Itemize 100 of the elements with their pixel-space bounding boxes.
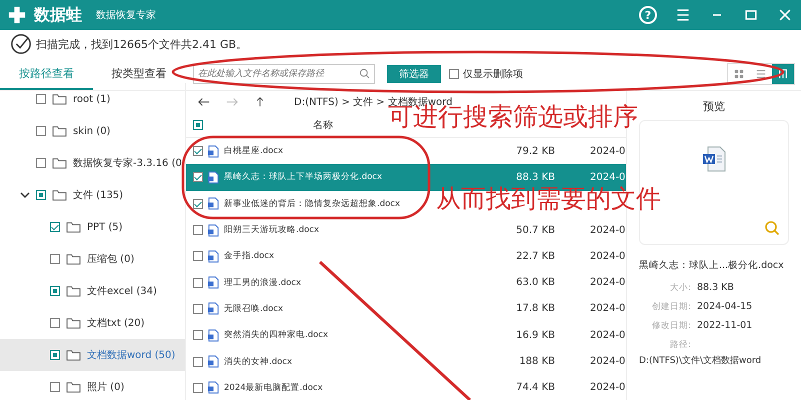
- file-name: 新事业低迷的背后：隐情复杂远超想象.docx: [224, 198, 400, 210]
- row-checkbox[interactable]: [193, 278, 203, 288]
- row-checkbox[interactable]: [193, 356, 203, 367]
- close-icon[interactable]: [777, 7, 793, 23]
- tree-checkbox[interactable]: [50, 318, 60, 328]
- property-label: 路径:: [669, 338, 691, 350]
- document-icon: [208, 144, 219, 158]
- document-icon: [208, 381, 219, 394]
- file-size: 50.7 KB: [515, 224, 555, 236]
- folder-icon: [66, 317, 81, 329]
- property-label: 大小:: [669, 282, 691, 294]
- help-button[interactable]: ?: [639, 6, 657, 24]
- tree-checkbox[interactable]: [50, 254, 60, 264]
- property-value: D:(NTFS)\文件\文档数据word: [639, 354, 762, 367]
- file-size: 22.7 KB: [515, 250, 555, 262]
- tree-item[interactable]: root (1): [73, 94, 110, 104]
- file-size: 188 KB: [518, 356, 555, 368]
- tree-checkbox[interactable]: [36, 158, 46, 168]
- deleted-only-label: 仅显示删除项: [463, 68, 523, 81]
- file-name: 阳朔三天游玩攻略.docx: [224, 224, 320, 236]
- column-header[interactable]: 名称: [313, 118, 333, 132]
- row-checkbox[interactable]: [193, 330, 203, 340]
- app-subtitle: 数据恢复专家: [96, 8, 156, 22]
- file-date: 2024-0: [590, 382, 626, 394]
- file-name: 消失的女神.docx: [224, 356, 292, 368]
- preview-file-name: 黑崎久志：球队上...极分化.docx: [639, 259, 785, 272]
- document-icon: [208, 355, 219, 368]
- file-name: 突然消失的四种家电.docx: [224, 329, 328, 342]
- tree-item[interactable]: 照片 (0): [87, 380, 124, 394]
- file-size: 63.0 KB: [515, 277, 555, 288]
- row-checkbox[interactable]: [193, 172, 203, 182]
- file-size: 16.9 KB: [515, 330, 555, 341]
- app-logo-text: 数据蛙: [34, 4, 82, 26]
- search-icon: [359, 68, 370, 79]
- tree-item[interactable]: 文件 (135): [73, 188, 124, 202]
- row-checkbox[interactable]: [193, 225, 203, 236]
- file-name: 2024最新电脑配置.docx: [224, 382, 323, 394]
- caret-icon[interactable]: [20, 190, 30, 200]
- search-icon[interactable]: [764, 220, 780, 236]
- grid-icon: [734, 69, 744, 79]
- file-size: 79.2 KB: [515, 146, 555, 157]
- row-checkbox[interactable]: [193, 146, 203, 156]
- document-icon: [208, 224, 219, 237]
- menu-icon[interactable]: [675, 7, 691, 23]
- deleted-only-checkbox[interactable]: [449, 69, 459, 79]
- tree-item[interactable]: PPT (5): [87, 222, 123, 232]
- file-name: 理工男的浪漫.docx: [224, 276, 302, 289]
- tree-checkbox[interactable]: [36, 126, 46, 136]
- view-tab[interactable]: 按路径查看: [0, 58, 92, 90]
- tree-item[interactable]: 文件excel (34): [87, 284, 157, 298]
- tree-checkbox[interactable]: [50, 382, 60, 392]
- file-date: 2024-0: [590, 250, 626, 262]
- file-name: 黑崎久志：球队上下半场两极分化.docx: [224, 171, 382, 184]
- preview-title: 预览: [702, 99, 726, 114]
- filter-button[interactable]: 筛选器: [387, 65, 441, 83]
- row-checkbox[interactable]: [193, 251, 203, 262]
- file-date: 2024-0: [590, 330, 626, 341]
- document-icon: [208, 328, 219, 342]
- file-size: 17.8 KB: [515, 303, 555, 314]
- row-checkbox[interactable]: [193, 382, 203, 393]
- select-all-checkbox[interactable]: [193, 120, 203, 130]
- folder-icon: [52, 93, 67, 105]
- folder-icon: [66, 221, 81, 233]
- file-name: 白桃星座.docx: [224, 145, 284, 158]
- tree-checkbox[interactable]: [50, 286, 60, 296]
- file-date: 2024-0: [590, 356, 626, 368]
- file-size: 88.3 KB: [515, 172, 555, 183]
- tree-checkbox[interactable]: [36, 94, 46, 104]
- document-icon: [208, 276, 219, 290]
- tree-checkbox[interactable]: [36, 190, 46, 200]
- columns-icon: [778, 69, 788, 79]
- row-checkbox[interactable]: [193, 304, 203, 314]
- property-label: 修改日期:: [651, 320, 691, 332]
- tree-checkbox[interactable]: [50, 350, 60, 360]
- back-arrow-icon[interactable]: [198, 97, 210, 107]
- tree-item[interactable]: 数据恢复专家-3.3.16 (0: [73, 156, 182, 170]
- row-checkbox[interactable]: [193, 198, 203, 209]
- folder-icon: [66, 381, 81, 393]
- maximize-icon[interactable]: [743, 7, 759, 23]
- tree-item[interactable]: skin (0): [73, 126, 110, 136]
- view-tab[interactable]: 按类型查看: [92, 58, 185, 90]
- document-icon: [208, 302, 219, 316]
- file-date: 2024-0: [590, 224, 626, 236]
- tree-checkbox[interactable]: [50, 222, 60, 232]
- search-field[interactable]: 在此处输入文件名称或保存路径: [193, 64, 375, 84]
- word-document-icon: [702, 146, 726, 172]
- tree-item[interactable]: 压缩包 (0): [87, 252, 134, 266]
- document-icon: [208, 197, 219, 210]
- file-date: 2024-0: [590, 303, 626, 314]
- file-size: 74.4 KB: [515, 382, 555, 394]
- file-name: 无限召唤.docx: [224, 302, 284, 315]
- tree-item[interactable]: 文档txt (20): [87, 316, 144, 330]
- property-value: 88.3 KB: [697, 282, 734, 293]
- up-arrow-icon[interactable]: [254, 97, 266, 107]
- logo-icon: [8, 6, 26, 24]
- file-date: 2024-0: [590, 146, 626, 157]
- folder-icon: [66, 349, 81, 361]
- property-value: 2022-11-01: [697, 320, 752, 331]
- document-icon: [208, 250, 219, 263]
- document-icon: [208, 170, 219, 184]
